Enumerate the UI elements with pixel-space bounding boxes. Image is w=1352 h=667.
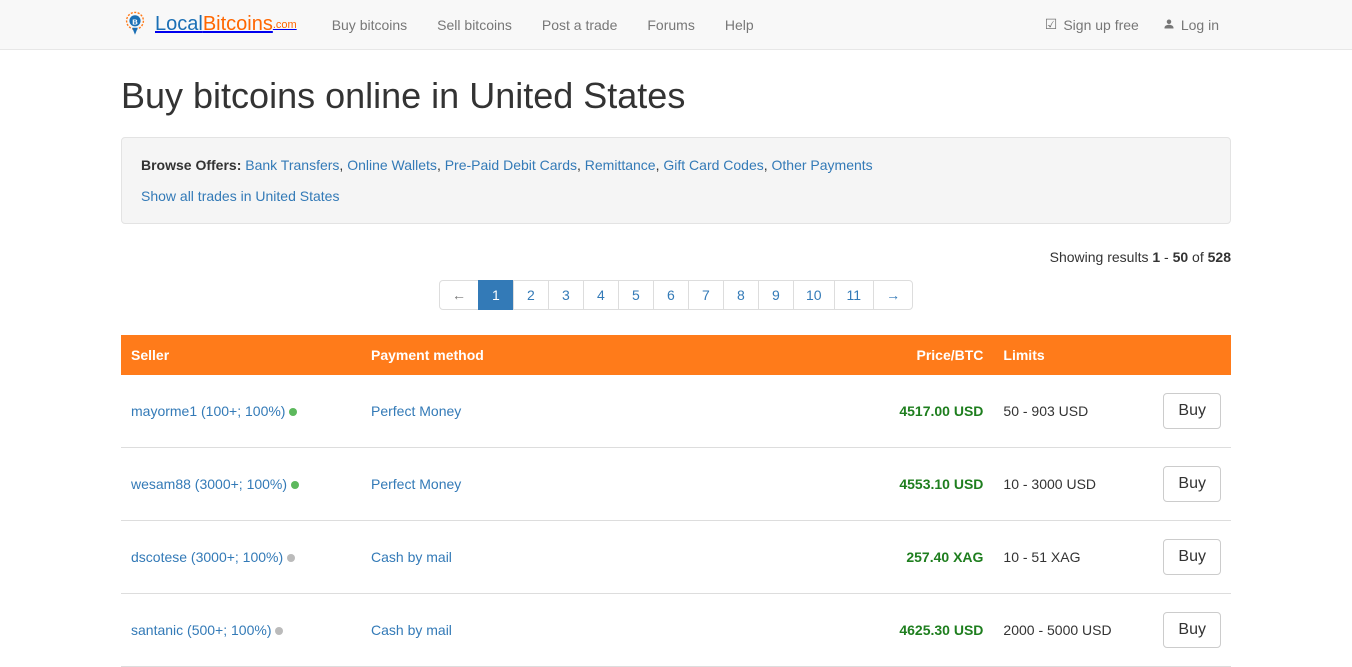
nav-link-sell-bitcoins[interactable]: Sell bitcoins — [422, 0, 527, 50]
offers-table: Seller Payment method Price/BTC Limits m… — [121, 335, 1231, 667]
seller-link[interactable]: dscotese (3000+; 100%) — [131, 549, 283, 565]
nav-right: ☑ Sign up free Log in — [1033, 16, 1231, 33]
th-payment: Payment method — [361, 335, 873, 375]
offer-link-bank-transfers[interactable]: Bank Transfers — [245, 157, 339, 173]
table-row: santanic (500+; 100%)Cash by mail4625.30… — [121, 594, 1231, 667]
buy-button[interactable]: Buy — [1163, 539, 1221, 575]
th-seller: Seller — [121, 335, 361, 375]
page-4[interactable]: 4 — [584, 281, 618, 309]
page-3[interactable]: 3 — [549, 281, 583, 309]
offer-link-remittance[interactable]: Remittance — [585, 157, 656, 173]
page-10[interactable]: 10 — [794, 281, 834, 309]
page-5[interactable]: 5 — [619, 281, 653, 309]
payment-method-link[interactable]: Cash by mail — [371, 549, 452, 565]
buy-button[interactable]: Buy — [1163, 393, 1221, 429]
page-6[interactable]: 6 — [654, 281, 688, 309]
status-dot-icon — [289, 408, 297, 416]
bitcoin-pin-icon: B — [121, 11, 149, 39]
page-8[interactable]: 8 — [724, 281, 758, 309]
buy-button[interactable]: Buy — [1163, 612, 1221, 648]
table-row: mayorme1 (100+; 100%) Perfect Money 4517.0… — [121, 375, 1231, 448]
th-limits: Limits — [993, 335, 1153, 375]
limits-cell: 10 - 51 XAG — [993, 521, 1153, 594]
offer-link-online-wallets[interactable]: Online Wallets — [347, 157, 437, 173]
page-prev: ← — [440, 281, 478, 309]
page-next[interactable]: → — [874, 281, 912, 309]
limits-cell: 50 - 903 USD — [993, 375, 1153, 448]
user-icon — [1163, 17, 1175, 33]
check-square-icon: ☑ — [1045, 16, 1058, 33]
brand-text-local: Local — [155, 13, 203, 36]
status-dot-icon — [287, 554, 295, 562]
pagination: ←1234567891011→ — [121, 280, 1231, 310]
price-cell: 257.40 XAG — [873, 521, 993, 594]
page-1: 1 — [479, 281, 513, 309]
nav-link-post-a-trade[interactable]: Post a trade — [527, 0, 633, 50]
login-label: Log in — [1181, 17, 1219, 33]
page-11[interactable]: 11 — [835, 281, 874, 309]
th-buy — [1153, 335, 1231, 375]
price-cell: 4553.10 USD — [873, 448, 993, 521]
offer-link-gift-card-codes[interactable]: Gift Card Codes — [663, 157, 763, 173]
page-9[interactable]: 9 — [759, 281, 793, 309]
signup-link[interactable]: ☑ Sign up free — [1033, 16, 1151, 33]
price-cell: 4625.30 USD — [873, 594, 993, 667]
offer-link-pre-paid-debit-cards[interactable]: Pre-Paid Debit Cards — [445, 157, 577, 173]
price-cell: 4517.00 USD — [873, 375, 993, 448]
limits-cell: 10 - 3000 USD — [993, 448, 1153, 521]
payment-method-link[interactable]: Perfect Money — [371, 403, 461, 419]
nav-links: Buy bitcoinsSell bitcoinsPost a tradeFor… — [317, 0, 1033, 50]
svg-text:B: B — [132, 17, 138, 26]
show-all-trades-link[interactable]: Show all trades in United States — [141, 188, 339, 204]
buy-button[interactable]: Buy — [1163, 466, 1221, 502]
status-dot-icon — [291, 481, 299, 489]
page-title: Buy bitcoins online in United States — [121, 75, 1231, 117]
browse-label: Browse Offers: — [141, 157, 241, 173]
status-dot-icon — [275, 627, 283, 635]
brand-text-com: .com — [273, 19, 297, 31]
nav-link-buy-bitcoins[interactable]: Buy bitcoins — [317, 0, 422, 50]
page-7[interactable]: 7 — [689, 281, 723, 309]
offer-link-other-payments[interactable]: Other Payments — [772, 157, 873, 173]
table-row: wesam88 (3000+; 100%) Perfect Money 4553.1… — [121, 448, 1231, 521]
limits-cell: 2000 - 5000 USD — [993, 594, 1153, 667]
page-2[interactable]: 2 — [514, 281, 548, 309]
seller-link[interactable]: wesam88 (3000+; 100%) — [131, 476, 287, 492]
payment-method-link[interactable]: Perfect Money — [371, 476, 461, 492]
login-link[interactable]: Log in — [1151, 17, 1231, 33]
results-info: Showing results 1 - 50 of 528 — [121, 249, 1231, 265]
nav-link-help[interactable]: Help — [710, 0, 769, 50]
nav-link-forums[interactable]: Forums — [632, 0, 709, 50]
brand-logo[interactable]: B LocalBitcoins.com — [121, 11, 297, 39]
signup-label: Sign up free — [1063, 17, 1139, 33]
seller-link[interactable]: mayorme1 (100+; 100%) — [131, 403, 285, 419]
brand-text-bitcoins: Bitcoins — [203, 13, 273, 36]
navbar: B LocalBitcoins.com Buy bitcoinsSell bit… — [0, 0, 1352, 50]
browse-offers-well: Browse Offers: Bank Transfers, Online Wa… — [121, 137, 1231, 224]
th-price: Price/BTC — [873, 335, 993, 375]
table-row: dscotese (3000+; 100%) Cash by mail 257.40… — [121, 521, 1231, 594]
